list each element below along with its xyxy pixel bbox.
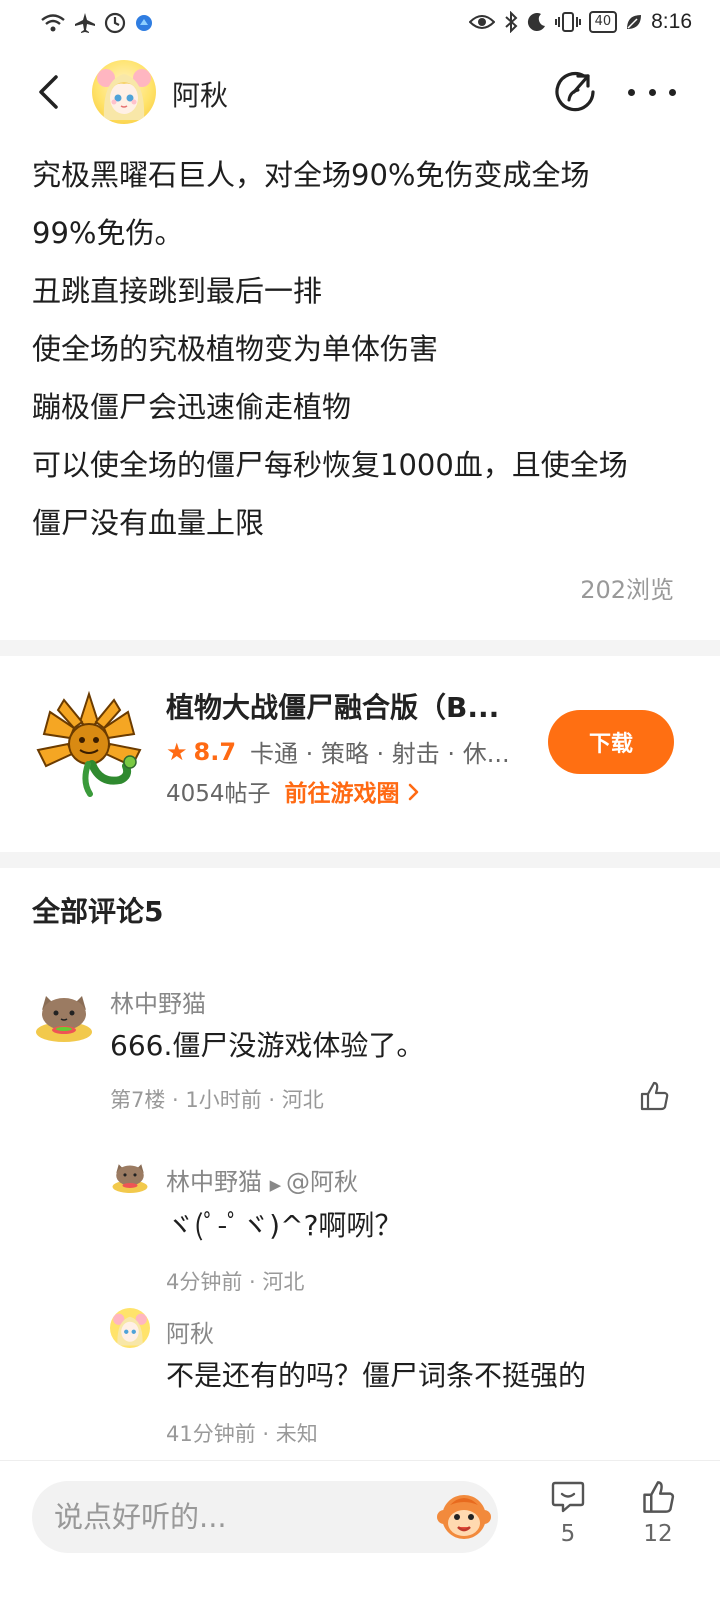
share-icon xyxy=(555,72,595,112)
bluetooth-icon xyxy=(504,11,518,33)
timer-icon xyxy=(104,12,126,34)
share-button[interactable] xyxy=(554,70,598,114)
anime-girl-avatar-icon xyxy=(97,69,151,120)
status-bar: 40 8:16 xyxy=(0,0,720,48)
airplane-icon xyxy=(75,13,95,33)
post-line: 使全场的究极植物变为单体伤害 xyxy=(32,332,439,366)
wifi-icon xyxy=(41,14,65,32)
game-post-count: 4054帖子 xyxy=(166,781,271,807)
comment-text: 666.僵尸没游戏体验了。 xyxy=(110,1029,425,1062)
star-icon: ★ xyxy=(166,737,188,766)
goto-game-circle-label: 前往游戏圈 xyxy=(284,781,400,807)
chevron-right-icon xyxy=(408,783,418,801)
reply-to-user[interactable]: @阿秋 xyxy=(286,1168,358,1196)
thumbs-up-icon xyxy=(640,1081,669,1111)
author-avatar[interactable] xyxy=(92,60,156,124)
vibrate-icon xyxy=(554,12,581,32)
eye-icon xyxy=(468,15,495,29)
comment-bubble-icon xyxy=(551,1481,585,1513)
game-posts-row: 4054帖子 前往游戏圈 xyxy=(166,774,420,808)
game-tags: 卡通 · 策略 · 射击 · 休... xyxy=(250,740,510,768)
comments-header: 全部评论5 xyxy=(32,895,164,928)
comment-count: 5 xyxy=(560,1521,576,1547)
game-card[interactable]: 植物大战僵尸融合版（B... ★ 8.7 卡通 · 策略 · 射击 · 休...… xyxy=(0,672,720,852)
reply-text: 不是还有的吗？僵尸词条不挺强的 xyxy=(166,1359,587,1392)
game-rating: 8.7 xyxy=(193,737,237,766)
user-avatar[interactable] xyxy=(110,1158,150,1198)
reply-username[interactable]: 林中野猫 ▶ @阿秋 xyxy=(166,1162,358,1197)
reply-meta: 4分钟前 · 河北 xyxy=(166,1270,305,1294)
comment-input-box[interactable] xyxy=(32,1481,498,1553)
leaf-icon xyxy=(627,15,642,29)
post-line: 丑跳直接跳到最后一排 xyxy=(32,274,323,308)
cat-avatar-icon xyxy=(32,986,96,1050)
more-options-button[interactable] xyxy=(628,74,676,110)
battery-icon: 40 xyxy=(588,11,618,33)
section-divider xyxy=(0,640,720,656)
section-divider xyxy=(0,852,720,868)
view-count: 202浏览 xyxy=(580,576,674,604)
anime-girl-avatar-icon xyxy=(113,1313,147,1346)
post-line: 99%免伤。 xyxy=(32,216,184,250)
reply-username[interactable]: 阿秋 xyxy=(166,1314,214,1349)
cat-avatar-icon xyxy=(110,1158,150,1198)
monkey-face-icon xyxy=(437,1495,491,1539)
comment-input[interactable] xyxy=(54,1495,434,1539)
user-avatar[interactable] xyxy=(32,986,96,1050)
dot-icon xyxy=(669,88,676,96)
chevron-left-icon xyxy=(39,75,58,109)
mascot-emoji-icon[interactable] xyxy=(434,1487,494,1547)
like-button[interactable] xyxy=(638,1080,674,1116)
game-icon[interactable] xyxy=(30,684,148,802)
moon-icon xyxy=(527,13,545,32)
sunflower-plant-icon xyxy=(36,690,142,797)
clock: 8:16 xyxy=(651,10,692,33)
status-left xyxy=(40,12,154,34)
post-line: 可以使全场的僵尸每秒恢复1000血，且使全场 xyxy=(32,448,628,482)
user-avatar[interactable] xyxy=(110,1308,150,1348)
dot-icon xyxy=(648,88,656,96)
app-notification-icon xyxy=(136,15,152,31)
like-action[interactable]: 12 xyxy=(628,1479,688,1547)
goto-game-circle-link[interactable]: 前往游戏圈 xyxy=(285,774,420,808)
back-button[interactable] xyxy=(28,70,68,114)
like-count: 12 xyxy=(643,1521,673,1547)
post-header: 阿秋 xyxy=(0,56,720,128)
author-name[interactable]: 阿秋 xyxy=(172,74,228,114)
game-meta: ★ 8.7 卡通 · 策略 · 射击 · 休... xyxy=(166,734,526,769)
comment-meta: 第7楼 · 1小时前 · 河北 xyxy=(110,1088,324,1112)
post-line: 究极黑曜石巨人，对全场90%免伤变成全场 xyxy=(32,158,590,192)
reply-username-text: 林中野猫 xyxy=(166,1168,262,1196)
dot-icon xyxy=(628,88,635,96)
bottom-bar: 5 12 xyxy=(0,1460,720,1600)
reply-meta: 41分钟前 · 未知 xyxy=(166,1422,318,1446)
status-right: 40 8:16 xyxy=(468,10,692,34)
post-line: 僵尸没有血量上限 xyxy=(32,506,265,540)
comment-username[interactable]: 林中野猫 xyxy=(110,984,206,1019)
reply-arrow-icon: ▶ xyxy=(269,1176,286,1194)
post-line: 蹦极僵尸会迅速偷走植物 xyxy=(32,390,352,424)
comment-action[interactable]: 5 xyxy=(538,1479,598,1547)
game-title[interactable]: 植物大战僵尸融合版（B... xyxy=(166,686,526,726)
download-button[interactable]: 下载 xyxy=(548,710,674,774)
reply-text: ヾ(ﾟ-ﾟヾ)^?啊咧？ xyxy=(166,1209,403,1242)
post-content: 究极黑曜石巨人，对全场90%免伤变成全场 99%免伤。 丑跳直接跳到最后一排 使… xyxy=(32,146,682,552)
thumbs-up-icon xyxy=(643,1481,675,1513)
